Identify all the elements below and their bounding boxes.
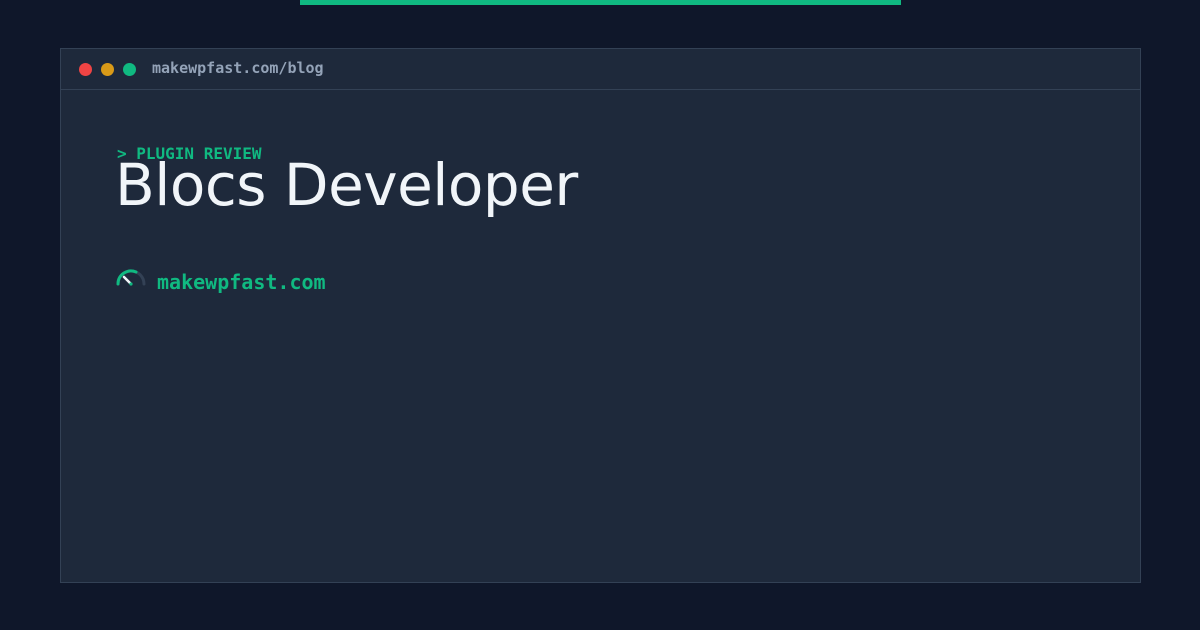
top-accent-bar: [300, 0, 901, 5]
brand-name[interactable]: makewpfast.com: [157, 268, 326, 296]
window-titlebar: makewpfast.com/blog: [61, 49, 1140, 90]
post-title: Blocs Developer: [115, 151, 578, 219]
close-window-dot[interactable]: [79, 63, 92, 76]
speedometer-icon: [116, 269, 146, 286]
browser-window: makewpfast.com/blog > PLUGIN REVIEW Bloc…: [60, 48, 1141, 583]
address-url: makewpfast.com/blog: [152, 59, 324, 77]
minimize-window-dot[interactable]: [101, 63, 114, 76]
maximize-window-dot[interactable]: [123, 63, 136, 76]
